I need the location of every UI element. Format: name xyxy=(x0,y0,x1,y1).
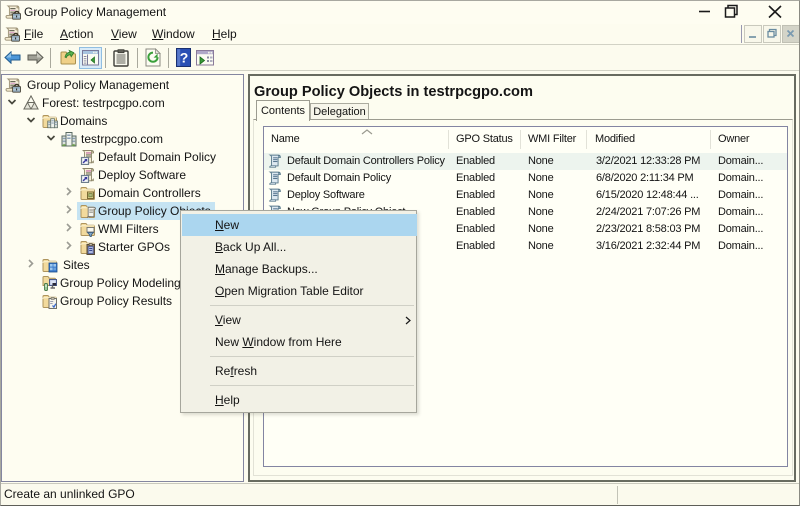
svg-text:?: ? xyxy=(180,50,189,66)
